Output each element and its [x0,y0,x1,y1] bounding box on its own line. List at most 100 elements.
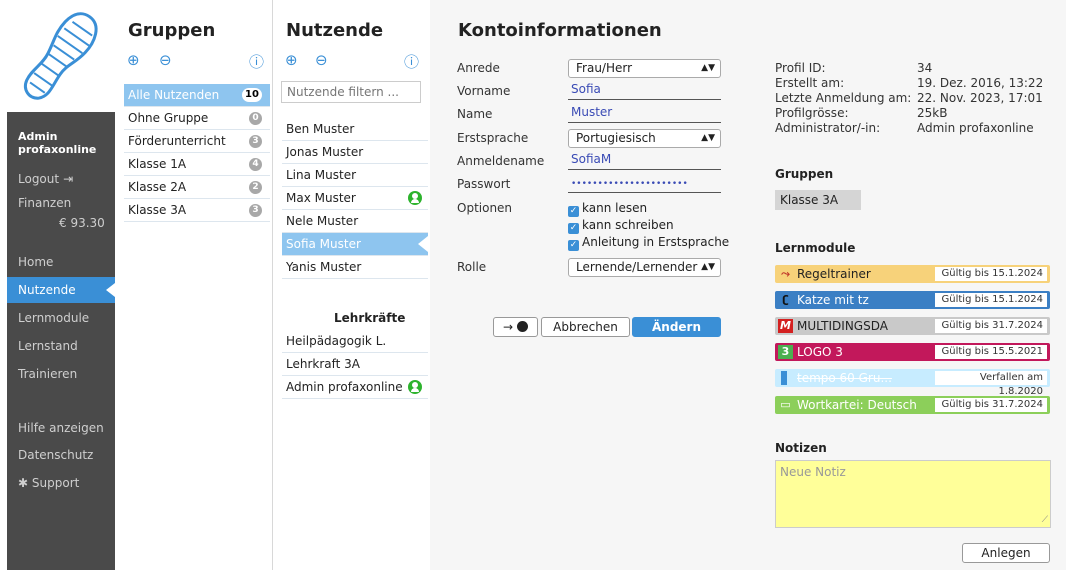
add-user-icon[interactable]: ⊕ [285,51,298,69]
user-item[interactable]: Jonas Muster [282,141,428,164]
nav-item-support[interactable]: ✱ Support [18,476,79,490]
checkbox-checked-icon: ✓ [568,240,579,251]
option-instructions-checkbox[interactable]: ✓ Anleitung in Erstsprache [568,235,729,251]
user-item[interactable]: Nele Muster [282,210,428,233]
last-login-value: 22. Nov. 2023, 17:01 [917,91,1043,105]
groups-title: Gruppen [128,20,216,41]
nav-item-lernmodule[interactable]: Lernmodule [18,311,89,325]
users-info-icon[interactable]: ⓘ [404,51,419,72]
divider [272,0,273,570]
user-item[interactable]: Ben Muster [282,118,428,141]
firstname-label: Vorname [457,84,511,98]
select-arrows-icon: ▲▼ [701,133,715,143]
teachers-heading: Lehrkräfte [334,311,406,325]
salutation-label: Anrede [457,61,500,75]
option-label: kann schreiben [582,218,674,232]
remove-user-icon[interactable]: ⊖ [315,51,328,69]
module-row[interactable]: 3 LOGO 3 Gültig bis 15.5.2021 [775,343,1050,361]
logout-icon: ⇥ [63,172,74,186]
nav-item-home[interactable]: Home [18,255,53,269]
notes-section-title: Notizen [775,441,827,455]
group-item-1a[interactable]: Klasse 1A 4 [124,153,270,176]
notes-textarea[interactable]: Neue Notiz ⟋ [775,460,1051,528]
user-list: Ben Muster Jonas Muster Lina Muster Max … [282,118,428,279]
teacher-item[interactable]: Heilpädagogik L. [282,330,428,353]
group-list: Alle Nutzenden 10 Ohne Gruppe 0 Förderunte… [124,84,270,222]
teacher-item[interactable]: Lehrkraft 3A [282,353,428,376]
salutation-value: Frau/Herr [576,61,633,75]
checkbox-checked-icon: ✓ [568,223,579,234]
teacher-item[interactable]: Admin profaxonline [282,376,428,399]
bug-icon: ✱ [18,476,29,490]
module-name: Wortkartei: Deutsch [797,398,917,412]
select-arrows-icon: ▲▼ [701,63,715,73]
group-item-alle[interactable]: Alle Nutzenden 10 [124,84,270,107]
user-item[interactable]: Lina Muster [282,164,428,187]
user-name-line2: profaxonline [18,143,97,156]
module-name: Regeltrainer [797,267,871,281]
password-field[interactable]: •••••••••••••••••••••• [568,175,721,193]
nav-item-nutzende[interactable]: Nutzende [7,277,115,303]
module-validity: Verfallen am 1.8.2020 [935,371,1047,397]
group-item-foerder[interactable]: Förderunterricht 3 [124,130,270,153]
salutation-select[interactable]: Frau/Herr ▲▼ [568,59,721,78]
option-read-checkbox[interactable]: ✓ kann lesen [568,201,647,217]
module-row[interactable]: tempo 60 Gru... Verfallen am 1.8.2020 [775,369,1050,397]
group-count-badge: 2 [249,181,262,194]
group-count-badge: 3 [249,204,262,217]
nav-item-hilfe[interactable]: Hilfe anzeigen [18,421,104,435]
group-item-3a[interactable]: Klasse 3A 3 [124,199,270,222]
main-navigation: Admin profaxonline Logout ⇥ Finanzen € 93… [7,0,115,570]
module-row[interactable]: ▭ Wortkartei: Deutsch Gültig bis 31.7.20… [775,396,1050,414]
user-label: Max Muster [286,191,356,205]
nav-item-datenschutz[interactable]: Datenschutz [18,448,93,462]
user-item[interactable]: Yanis Muster [282,256,428,279]
firstname-field[interactable]: Sofia [568,82,721,100]
group-count-badge: 10 [242,88,262,102]
role-value: Lernende/Lernender [576,260,698,274]
module-row[interactable]: M MULTIDINGSDA Gültig bis 31.7.2024 [775,317,1050,335]
arrow-icon: → [503,320,514,334]
module-name: tempo 60 Gru... [797,371,892,385]
nav-item-lernstand[interactable]: Lernstand [18,339,78,353]
profile-labels: Profil ID: Erstellt am: Letzte Anmeldung… [775,61,911,136]
module-row[interactable]: ʗ Katze mit tz Gültig bis 15.1.2024 [775,291,1050,309]
group-item-ohne[interactable]: Ohne Gruppe 0 [124,107,270,130]
resize-handle-icon[interactable]: ⟋ [1042,515,1048,525]
name-field[interactable]: Muster [568,105,721,123]
account-title: Kontoinformationen [458,20,662,41]
change-button[interactable]: Ändern [632,317,721,337]
module-row[interactable]: ⤳ Regeltrainer Gültig bis 15.1.2024 [775,265,1050,283]
role-label: Rolle [457,260,487,274]
login-field[interactable]: SofiaM [568,152,721,170]
user-filter-input[interactable] [281,81,421,103]
module-name: MULTIDINGSDA [797,319,888,333]
teacher-list: Heilpädagogik L. Lehrkraft 3A Admin prof… [282,330,428,399]
group-item-2a[interactable]: Klasse 2A 2 [124,176,270,199]
groups-info-icon[interactable]: ⓘ [249,51,264,72]
multidingsda-icon: M [778,319,793,333]
user-online-icon [408,191,422,205]
nav-item-label: Nutzende [18,283,76,297]
user-item[interactable]: Max Muster [282,187,428,210]
remove-group-icon[interactable]: ⊖ [159,51,172,69]
logo [7,0,115,112]
add-note-button[interactable]: Anlegen [962,543,1050,563]
logout-link[interactable]: Logout ⇥ [18,172,73,186]
login-as-user-button[interactable]: → [493,317,538,337]
group-count-badge: 3 [249,135,262,148]
user-item-selected[interactable]: Sofia Muster [282,233,428,256]
nav-item-trainieren[interactable]: Trainieren [18,367,77,381]
module-validity: Gültig bis 31.7.2024 [935,319,1047,333]
add-group-icon[interactable]: ⊕ [127,51,140,69]
last-login-label: Letzte Anmeldung am: [775,91,912,105]
group-label: Alle Nutzenden [128,88,220,102]
role-select[interactable]: Lernende/Lernender ▲▼ [568,258,721,277]
regeltrainer-icon: ⤳ [781,267,790,280]
group-chip[interactable]: Klasse 3A [775,190,861,210]
admin-value: Admin profaxonline [917,121,1034,135]
option-write-checkbox[interactable]: ✓ kann schreiben [568,218,674,234]
cancel-button[interactable]: Abbrechen [541,317,630,337]
language-select[interactable]: Portugiesisch ▲▼ [568,129,721,148]
group-label: Klasse 1A [128,157,187,171]
